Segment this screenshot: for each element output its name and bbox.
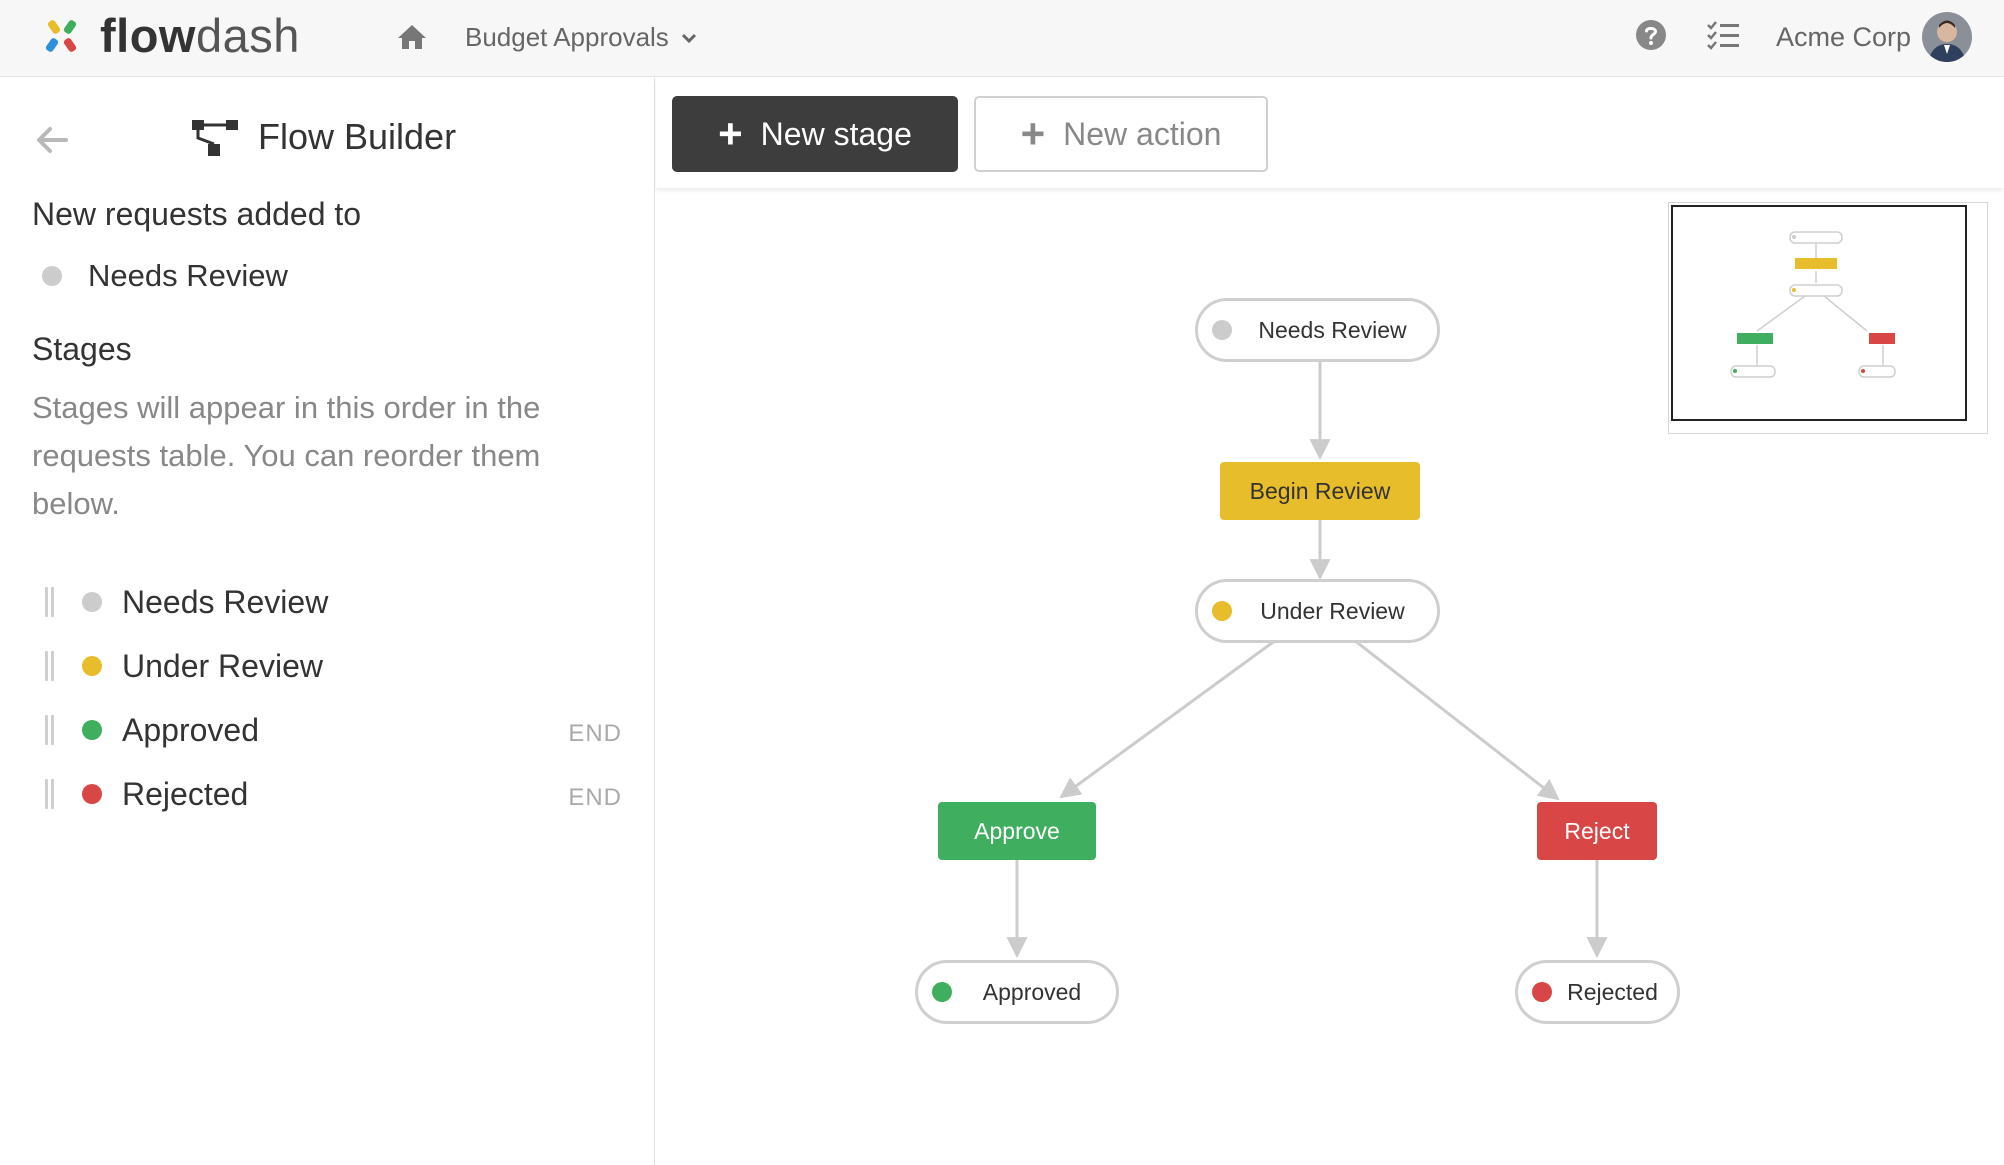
end-tag: END [568, 720, 622, 747]
node-label: Begin Review [1249, 477, 1391, 504]
checklist-icon[interactable] [1706, 20, 1740, 52]
arrow-left-icon[interactable] [32, 120, 72, 160]
canvas-toolbar: + New stage + New action [656, 78, 2004, 188]
flow-node-approved[interactable]: Approved [915, 960, 1119, 1024]
user-avatar[interactable] [1922, 12, 1972, 62]
top-bar: flowdash Budget Approvals Acme Corp [0, 0, 2004, 77]
flowdash-logo-icon [44, 16, 86, 56]
edge-under-review-to-reject [1353, 638, 1560, 801]
stage-row-needs-review[interactable]: Needs Review [42, 570, 622, 634]
plus-icon: + [1020, 110, 1046, 157]
flow-node-begin-review[interactable]: Begin Review [1220, 462, 1420, 520]
drag-handle-icon[interactable] [42, 779, 56, 809]
stage-color-dot [82, 592, 102, 612]
stage-list: Needs Review Under Review Approved END R… [42, 570, 622, 826]
chevron-down-icon [681, 33, 696, 43]
stage-name: Under Review [122, 647, 323, 684]
flow-node-reject[interactable]: Reject [1537, 802, 1657, 860]
node-label: Needs Review [1258, 316, 1407, 343]
node-dot [1532, 982, 1552, 1002]
flowdash-logo[interactable]: flowdash [44, 9, 300, 62]
flow-node-rejected[interactable]: Rejected [1515, 960, 1680, 1024]
new-stage-button[interactable]: + New stage [672, 96, 958, 172]
stage-row-rejected[interactable]: Rejected END [42, 762, 622, 826]
minimap-viewport[interactable] [1671, 205, 1967, 421]
initial-stage-name: Needs Review [88, 258, 288, 293]
home-icon[interactable] [395, 20, 429, 54]
flow-diagram-icon [192, 120, 238, 156]
stage-color-dot [82, 656, 102, 676]
logo-wordmark: flowdash [100, 9, 300, 62]
node-label: Rejected [1567, 978, 1658, 1005]
stages-description: Stages will appear in this order in the … [32, 390, 541, 521]
app-name: Budget Approvals [465, 22, 669, 52]
stages-heading: Stages [32, 331, 132, 367]
sidebar: Flow Builder New requests added to Needs… [0, 78, 655, 1165]
app-selector[interactable]: Budget Approvals [465, 22, 697, 53]
stage-name: Needs Review [122, 583, 329, 620]
stage-name: Approved [122, 711, 259, 748]
stage-name: Rejected [122, 775, 249, 812]
initial-stage-dot [42, 266, 62, 286]
flow-node-approve[interactable]: Approve [938, 802, 1096, 860]
node-label: Approved [982, 978, 1082, 1005]
node-dot [1212, 601, 1232, 621]
page-title: Flow Builder [258, 116, 457, 157]
node-label: Approve [974, 817, 1060, 844]
initial-stage[interactable]: Needs Review [42, 258, 288, 294]
new-action-label: New action [1063, 115, 1222, 152]
new-action-button[interactable]: + New action [974, 96, 1268, 172]
flow-canvas[interactable]: Needs Review Begin Review Under Review A… [656, 190, 2004, 1165]
plus-icon: + [718, 110, 743, 157]
flow-node-needs-review[interactable]: Needs Review [1195, 298, 1440, 362]
minimap[interactable] [1668, 202, 1988, 434]
node-dot [932, 982, 952, 1002]
edge-under-review-to-approve [1059, 638, 1277, 799]
drag-handle-icon[interactable] [42, 715, 56, 745]
stage-row-approved[interactable]: Approved END [42, 698, 622, 762]
stage-row-under-review[interactable]: Under Review [42, 634, 622, 698]
organization-name[interactable]: Acme Corp [1776, 22, 1911, 53]
end-tag: END [568, 784, 622, 811]
stage-color-dot [82, 784, 102, 804]
flow-node-under-review[interactable]: Under Review [1195, 579, 1440, 643]
new-stage-label: New stage [760, 115, 912, 152]
node-label: Reject [1564, 817, 1630, 844]
question-circle-icon[interactable] [1634, 18, 1668, 52]
node-label: Under Review [1260, 597, 1405, 624]
drag-handle-icon[interactable] [42, 651, 56, 681]
new-requests-heading: New requests added to [32, 196, 362, 232]
stage-color-dot [82, 720, 102, 740]
drag-handle-icon[interactable] [42, 587, 56, 617]
node-dot [1212, 320, 1232, 340]
